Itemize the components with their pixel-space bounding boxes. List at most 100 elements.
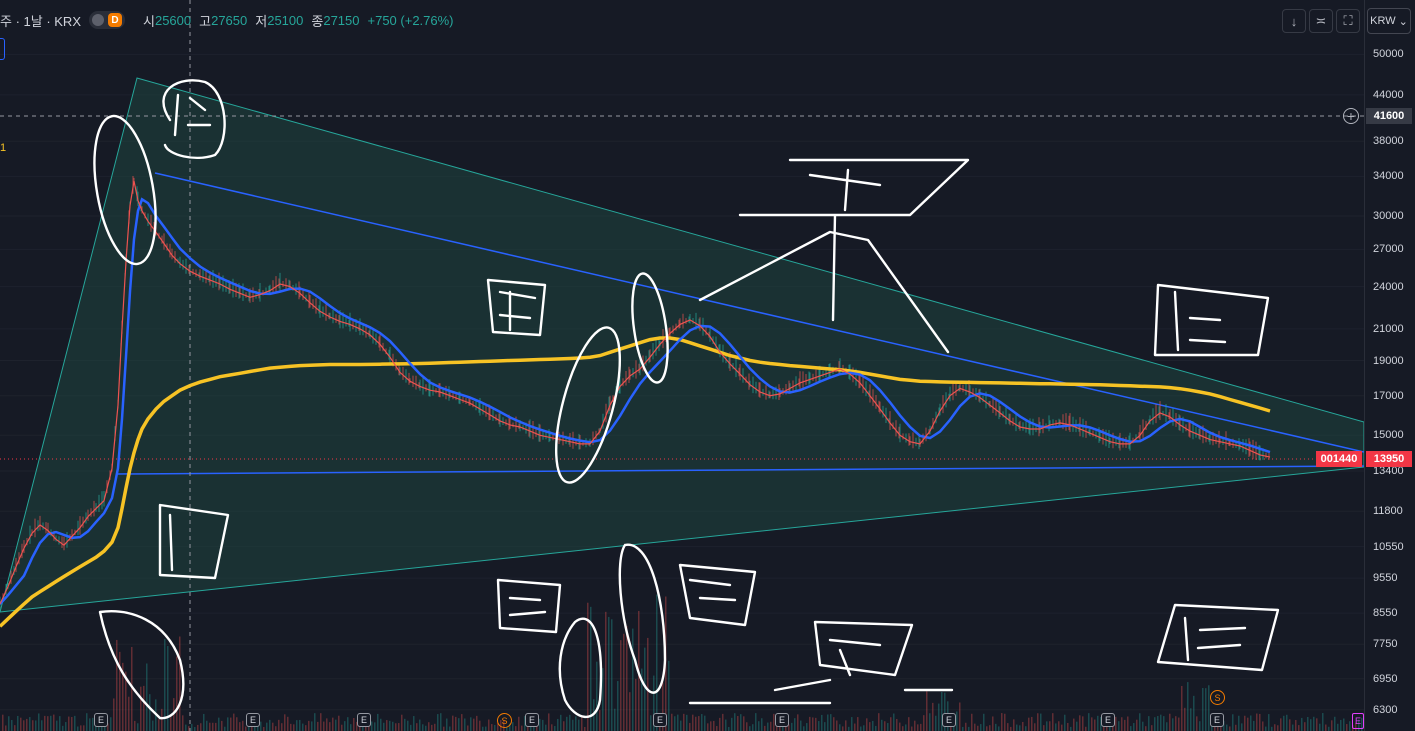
volume-bar	[1280, 718, 1282, 731]
volume-bar	[29, 717, 31, 731]
volume-bar	[1316, 718, 1318, 731]
volume-bar	[1064, 714, 1066, 731]
volume-bar	[701, 714, 703, 731]
status-pill[interactable]: D	[89, 11, 125, 29]
earnings-badge[interactable]: E	[775, 713, 789, 727]
currency-selector[interactable]: KRW ⌄	[1367, 8, 1411, 34]
volume-bar	[1139, 713, 1141, 731]
volume-bar	[1004, 713, 1006, 731]
volume-bar	[989, 725, 991, 731]
scribble-4-bottom	[773, 620, 954, 692]
left-pane-marker[interactable]	[0, 38, 5, 60]
volume-bar	[545, 724, 547, 731]
split-badge[interactable]: S	[497, 713, 512, 728]
volume-bar	[569, 714, 571, 731]
volume-bar	[461, 714, 463, 731]
crosshair-price-label: 41600	[1366, 108, 1412, 124]
volume-bar	[611, 619, 613, 731]
volume-bar	[1073, 718, 1075, 731]
add-alert-button[interactable]: +	[1343, 108, 1359, 124]
volume-bar	[938, 703, 940, 731]
split-badge[interactable]: S	[1210, 690, 1225, 705]
earnings-badge[interactable]: E	[942, 713, 956, 727]
earnings-badge[interactable]: E	[246, 713, 260, 727]
volume-bar	[443, 726, 445, 731]
volume-bar	[269, 719, 271, 731]
volume-bar	[473, 718, 475, 731]
volume-bar	[1025, 726, 1027, 731]
volume-bar	[266, 722, 268, 731]
price-tick-label: 27000	[1373, 243, 1404, 256]
volume-bar	[308, 720, 310, 731]
fullscreen-button[interactable]: ⛶	[1336, 9, 1360, 33]
volume-bar	[656, 594, 658, 731]
price-tick-label: 44000	[1373, 88, 1404, 101]
volume-bar	[1007, 723, 1009, 731]
volume-bar	[440, 713, 442, 731]
volume-bar	[11, 720, 13, 731]
volume-bar	[59, 716, 61, 731]
earnings-badge[interactable]: E	[94, 713, 108, 727]
volume-bar	[821, 714, 823, 731]
earnings-badge[interactable]: E	[1210, 713, 1224, 727]
volume-bar	[1097, 715, 1099, 731]
volume-bar	[806, 723, 808, 731]
volume-bar	[1304, 722, 1306, 731]
volume-bar	[1334, 716, 1336, 731]
volume-bar	[218, 717, 220, 731]
earnings-badge[interactable]: E	[525, 713, 539, 727]
symbol-title[interactable]: 주 · 1날 · KRX	[0, 11, 81, 30]
volume-bar	[302, 723, 304, 731]
volume-bar	[887, 723, 889, 731]
volume-bar	[560, 714, 562, 731]
corner-event-badge[interactable]: E	[1352, 713, 1364, 729]
volume-bar	[728, 726, 730, 731]
volume-bar	[572, 719, 574, 731]
volume-bar	[761, 718, 763, 731]
volume-bar	[1253, 720, 1255, 731]
volume-bar	[56, 720, 58, 731]
volume-bar	[575, 716, 577, 731]
volume-bar	[614, 708, 616, 731]
volume-bar	[470, 717, 472, 731]
candlestick-chart[interactable]	[0, 0, 1364, 731]
volume-bar	[968, 726, 970, 731]
volume-bar	[1127, 716, 1129, 731]
volume-bar	[485, 726, 487, 731]
collapse-button[interactable]: ≍	[1309, 9, 1333, 33]
volume-bar	[1319, 723, 1321, 731]
volume-bar	[698, 716, 700, 731]
earnings-badge[interactable]: E	[357, 713, 371, 727]
volume-bar	[992, 716, 994, 731]
volume-bar	[1001, 713, 1003, 731]
volume-bar	[1298, 725, 1300, 731]
volume-bar	[1046, 721, 1048, 731]
volume-bar	[1130, 726, 1132, 731]
volume-bar	[515, 726, 517, 731]
volume-bar	[290, 723, 292, 731]
volume-bar	[1160, 714, 1162, 731]
volume-bar	[149, 694, 151, 731]
volume-bar	[896, 718, 898, 731]
volume-bar	[20, 717, 22, 731]
volume-bar	[41, 720, 43, 731]
earnings-badge[interactable]: E	[1101, 713, 1115, 727]
close-label: 종	[311, 13, 324, 29]
volume-bar	[839, 724, 841, 731]
scroll-down-button[interactable]: ↓	[1282, 9, 1306, 33]
volume-bar	[1286, 714, 1288, 731]
countdown-label: 001440	[1316, 451, 1362, 467]
chart-pane[interactable]: 주 · 1날 · KRX D 시 25600 고 27650 저 25100 종 271…	[0, 0, 1364, 731]
volume-bar	[734, 713, 736, 731]
earnings-badge[interactable]: E	[653, 713, 667, 727]
volume-bar	[731, 717, 733, 731]
volume-bar	[836, 720, 838, 731]
volume-bar	[719, 717, 721, 731]
volume-bar	[158, 719, 160, 731]
volume-bar	[959, 702, 961, 731]
volume-bar	[8, 716, 10, 731]
volume-bar	[935, 715, 937, 731]
scribble-5-top	[1153, 283, 1270, 357]
volume-bar	[182, 715, 184, 731]
volume-bar	[1145, 726, 1147, 731]
